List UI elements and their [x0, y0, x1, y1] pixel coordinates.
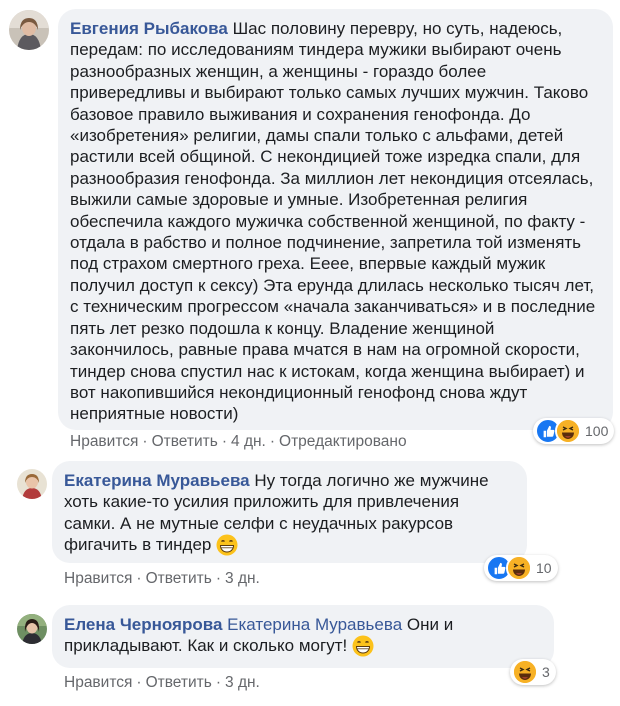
haha-icon	[512, 659, 538, 685]
avatar[interactable]	[9, 10, 49, 50]
avatar-photo	[17, 469, 47, 499]
avatar[interactable]	[17, 614, 47, 644]
comment-actions: Нравится · Ответить · 4 дн. · Отредактировано	[70, 433, 407, 450]
reaction-summary[interactable]: 10	[484, 555, 558, 581]
comment-actions: Нравится · Ответить · 3 дн.	[64, 674, 260, 691]
avatar-photo	[9, 10, 49, 50]
reply-action[interactable]: Ответить	[146, 674, 212, 691]
comment-actions: Нравится · Ответить · 3 дн.	[64, 570, 260, 587]
like-action[interactable]: Нравится	[64, 674, 132, 691]
comment-timestamp[interactable]: 3 дн.	[225, 674, 260, 691]
reaction-summary[interactable]: 3	[510, 659, 556, 685]
comment-timestamp[interactable]: 3 дн.	[225, 570, 260, 587]
mention-link[interactable]: Екатерина Муравьева	[227, 615, 402, 634]
like-action[interactable]: Нравится	[70, 433, 138, 450]
like-action[interactable]: Нравится	[64, 570, 132, 587]
reply-action[interactable]: Ответить	[152, 433, 218, 450]
comment-text: Шас половину переврy, но суть, надеюсь, …	[70, 19, 596, 424]
comment-author[interactable]: Екатерина Муравьева	[64, 471, 250, 490]
grinning-emoji-icon	[352, 635, 374, 662]
comment-bubble: Евгения Рыбакова Шас половину переврy, н…	[58, 9, 613, 430]
haha-icon	[506, 555, 532, 581]
comment-author[interactable]: Елена Черноярова	[64, 615, 222, 634]
edited-label: Отредактировано	[279, 433, 407, 450]
reply-action[interactable]: Ответить	[146, 570, 212, 587]
reaction-count: 100	[585, 423, 609, 439]
reaction-summary[interactable]: 100	[533, 418, 615, 444]
comment-bubble: Екатерина Муравьева Ну тогда логично же …	[52, 461, 527, 563]
haha-icon	[555, 418, 581, 444]
reaction-count: 3	[542, 664, 550, 680]
comment-timestamp[interactable]: 4 дн.	[231, 433, 266, 450]
grinning-emoji-icon	[216, 534, 238, 561]
comment-bubble: Елена Черноярова Екатерина Муравьева Они…	[52, 605, 554, 668]
comment-author[interactable]: Евгения Рыбакова	[70, 19, 228, 38]
avatar[interactable]	[17, 469, 47, 499]
avatar-photo	[17, 614, 47, 644]
reaction-count: 10	[536, 560, 552, 576]
